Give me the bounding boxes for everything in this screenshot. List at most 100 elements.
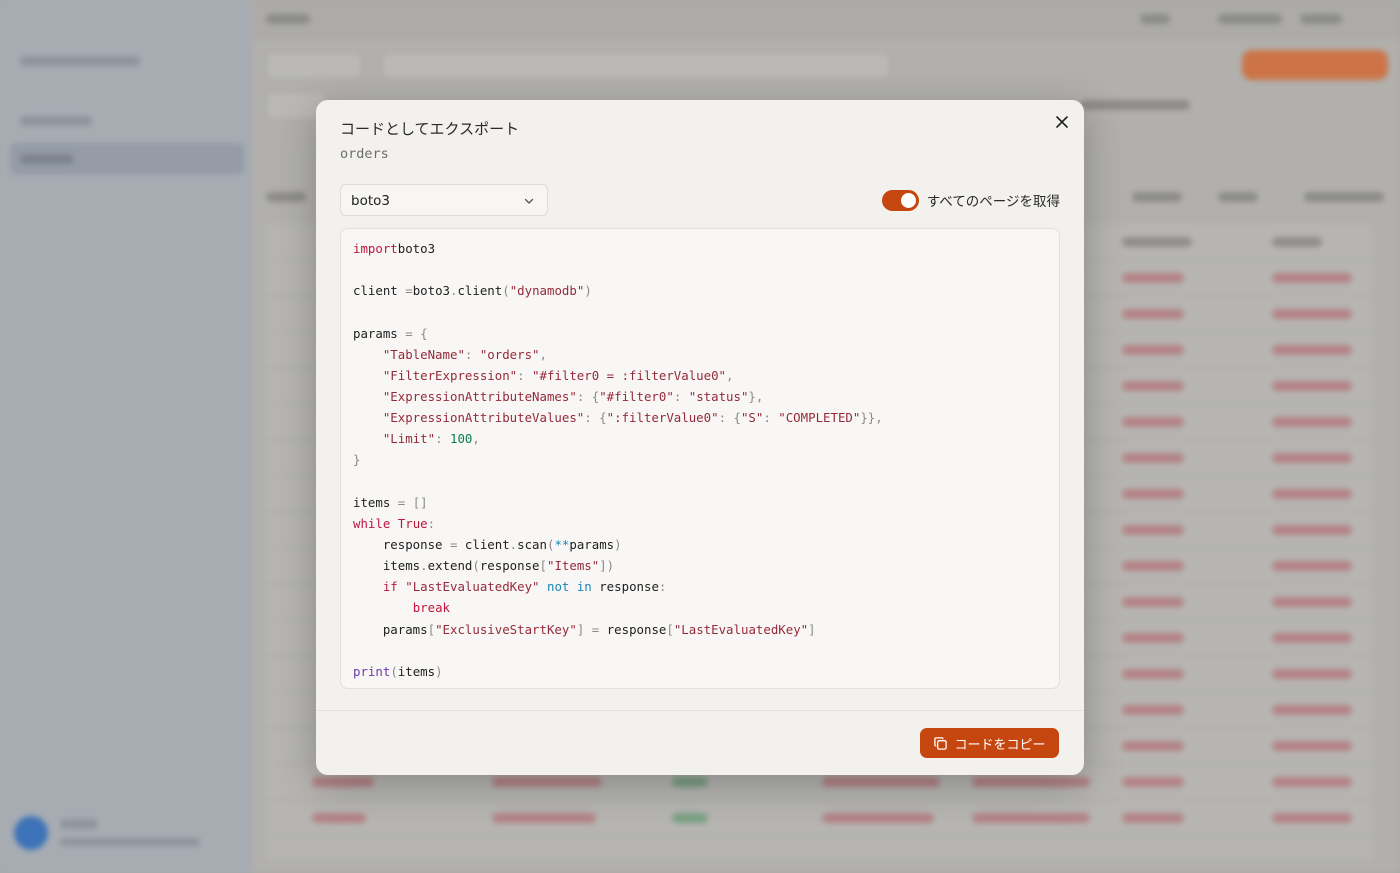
code-line: "FilterExpression": "#filter0 = :filterV…: [353, 365, 1047, 386]
code-block[interactable]: importboto3 client =boto3.client("dynamod…: [340, 228, 1060, 689]
code-token: },: [748, 388, 764, 404]
code-token: response: [591, 579, 659, 595]
code-token: client: [457, 283, 503, 299]
code-token: import: [353, 241, 398, 256]
code-token: "COMPLETED": [778, 410, 861, 426]
code-token: "status": [688, 388, 749, 404]
code-token: ,: [472, 431, 480, 447]
code-line: items.extend(response["Items"]): [353, 555, 1047, 576]
code-token: items: [353, 558, 421, 574]
code-line: break: [353, 597, 1047, 618]
close-button[interactable]: [1052, 112, 1072, 132]
code-token: "Items": [547, 558, 600, 574]
code-line: "TableName": "orders",: [353, 344, 1047, 365]
code-line: items = []: [353, 492, 1047, 513]
code-token: "S": [740, 410, 764, 426]
code-line: while True:: [353, 513, 1047, 534]
code-token: "orders": [479, 346, 540, 362]
code-token: "LastEvaluatedKey": [673, 621, 809, 637]
code-token: :: [427, 515, 436, 531]
code-line: "Limit": 100,: [353, 428, 1047, 449]
fetch-all-pages-toggle[interactable]: [881, 189, 919, 211]
code-token: "LastEvaluatedKey": [405, 579, 540, 595]
code-token: "ExpressionAttributeNames": [382, 388, 577, 404]
code-token: [: [539, 558, 547, 574]
code-token: items: [397, 663, 436, 679]
code-token: boto3: [412, 283, 450, 299]
code-token: ]): [599, 558, 615, 574]
code-token: response: [353, 536, 450, 552]
code-line: "ExpressionAttributeValues": {":filterVa…: [353, 407, 1047, 428]
code-token: ,: [726, 367, 734, 383]
code-token: .: [420, 558, 428, 574]
code-line: importboto3: [353, 238, 1047, 259]
code-token: :: [517, 367, 533, 383]
code-token: print: [353, 663, 391, 679]
code-token: ): [435, 663, 443, 679]
code-line: }: [353, 449, 1047, 470]
code-token: client: [353, 283, 406, 299]
code-token: "TableName": [382, 346, 465, 362]
code-token: items: [353, 494, 398, 510]
code-token: =: [405, 283, 413, 299]
sidebar: [0, 0, 252, 873]
code-token: if: [382, 579, 398, 595]
code-token: break: [412, 600, 450, 616]
code-token: [: [666, 621, 674, 637]
code-token: "Limit": [382, 431, 436, 447]
fetch-all-pages-label: すべてのページを取得: [926, 194, 1060, 210]
language-select[interactable]: boto3: [340, 184, 548, 216]
code-token: :: [435, 431, 450, 447]
code-token: 100: [449, 431, 473, 447]
code-token: response: [599, 621, 667, 637]
code-token: : {: [718, 410, 741, 426]
code-token: params: [569, 536, 615, 552]
code-token: in: [576, 579, 592, 595]
copy-code-label: コードをコピー: [954, 737, 1046, 753]
code-token: True: [397, 515, 428, 531]
code-token: "#filter0": [599, 388, 674, 404]
code-token: params: [353, 621, 428, 637]
copy-code-button[interactable]: コードをコピー: [920, 728, 1059, 758]
code-token: :: [673, 388, 689, 404]
code-token: : {: [576, 388, 600, 404]
code-token: while: [353, 515, 391, 531]
code-token: "ExpressionAttributeValues": [382, 410, 585, 426]
divider: [316, 710, 1084, 711]
code-token: }},: [860, 410, 883, 426]
code-token: :: [658, 579, 667, 595]
code-token: :: [464, 346, 480, 362]
code-token: client: [457, 536, 510, 552]
code-token: }: [353, 452, 361, 468]
code-token: scan: [517, 536, 547, 552]
code-token: {: [412, 325, 428, 341]
close-icon: [1056, 116, 1068, 128]
language-select-value: boto3: [351, 193, 390, 209]
code-token: (: [502, 283, 510, 299]
code-line: "ExpressionAttributeNames": {"#filter0":…: [353, 386, 1047, 407]
code-line: response = client.scan(**params): [353, 534, 1047, 555]
code-line: if "LastEvaluatedKey" not in response:: [353, 576, 1047, 597]
code-token: ":filterValue0": [606, 410, 719, 426]
code-token: [: [427, 621, 436, 637]
code-token: : {: [584, 410, 607, 426]
code-token: (: [472, 558, 480, 574]
code-token: extend: [427, 558, 473, 574]
code-line: params["ExclusiveStartKey"] = response["…: [353, 619, 1047, 640]
table-name: orders: [340, 146, 389, 162]
code-token: not: [546, 579, 570, 595]
code-token: =: [405, 325, 413, 341]
code-token: "ExclusiveStartKey": [435, 621, 577, 637]
chevron-down-icon: [524, 198, 534, 204]
